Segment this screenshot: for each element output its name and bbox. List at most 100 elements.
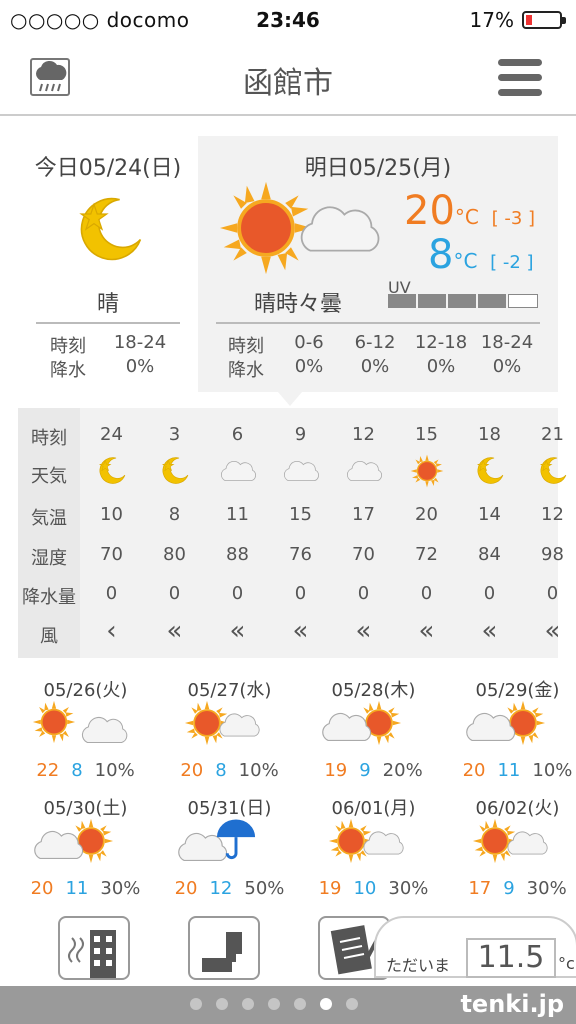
precip-cell: 0 [105,583,118,604]
hour-cell: 12 [352,424,375,445]
day-forecast[interactable]: 05/26(火) 22 8 10% [18,672,153,790]
row-label: 気温 [31,508,67,529]
temp-cell: 15 [289,504,312,525]
precip-cell: 0 [546,583,559,604]
wind-arrow-icon: « [166,616,183,646]
page-dot[interactable] [242,998,254,1010]
rain-value: 0% [492,356,522,377]
hourly-forecast-table[interactable]: 時刻 24 3 6 9 12 15 18 21 天気 気温 10 8 11 15 17 20 14 12 湿… [18,408,558,658]
forecast-values: 17 9 30% [450,878,576,899]
low-temp: 8 [71,760,83,781]
forecast-values: 20 12 50% [162,878,297,899]
rain-value: 0% [426,356,456,377]
day-forecast[interactable]: 05/30(土) 20 11 30% [18,790,153,908]
hour-cell: 9 [294,424,307,445]
page-dot[interactable] [346,998,358,1010]
high-temp: 19 [318,878,342,899]
precip-cell: 0 [294,583,307,604]
moon-star-icon [95,454,129,488]
high-temp: 19 [324,760,348,781]
row-label: 降水量 [22,587,76,608]
forecast-values: 22 8 10% [18,760,153,781]
rain-label: 降水 [228,360,264,381]
rain-chance: 20% [382,760,423,781]
page-indicator-bar: tenki.jp [0,986,576,1024]
location-icon[interactable] [216,998,228,1010]
rain-chance: 30% [388,878,429,899]
forecast-date: 05/31(日) [187,798,272,819]
high-temp: 20°C [ -3 ] [404,188,536,234]
hamburger-menu-icon[interactable] [498,57,542,97]
hour-cell: 3 [168,424,181,445]
city-forecast-icon[interactable] [58,916,130,980]
time-range: 18-24 [480,332,534,353]
rain-chance: 10% [94,760,135,781]
precip-cell: 0 [420,583,433,604]
tomorrow-panel[interactable]: 明日05/25(月) 晴時々曇 20°C [ -3 ] 8°C [ -2 ] U… [198,136,558,406]
temp-cell: 20 [415,504,438,525]
brand-logo: tenki.jp [460,990,564,1018]
humidity-cell: 70 [100,544,123,565]
precip-cell: 0 [231,583,244,604]
day-forecast[interactable]: 06/01(月) 19 10 30% [306,790,441,908]
day-forecast[interactable]: 05/28(木) 19 9 20% [306,672,441,790]
rain-chance: 10% [238,760,279,781]
low-temp: 11 [65,878,89,899]
humidity-cell: 88 [226,544,249,565]
forecast-date: 05/26(火) [43,680,128,701]
status-bar: ○○○○○ docomo 23:46 17% [0,0,576,40]
sun-cloud-icon [462,818,562,878]
hour-cell: 6 [231,424,244,445]
temp-cell: 17 [352,504,375,525]
forecast-date: 06/01(月) [331,798,416,819]
day-forecast[interactable]: 05/31(日) 20 12 50% [162,790,297,908]
cloud-sun-icon [30,818,130,878]
humidity-cell: 70 [352,544,375,565]
low-temp: 8°C [ -2 ] [428,232,534,278]
forecast-date: 05/30(土) [43,798,128,819]
uv-meter [388,294,538,308]
page-dot-active[interactable] [320,998,332,1010]
weather-row: 天気 [18,454,558,494]
humidity-cell: 76 [289,544,312,565]
pipe-freeze-icon[interactable] [188,916,260,980]
low-temp: 12 [209,878,233,899]
cloud-icon [294,194,384,264]
humidity-cell: 72 [415,544,438,565]
temp-row: 気温 10 8 11 15 17 20 14 12 [18,504,564,544]
chat-icon[interactable] [190,998,202,1010]
temp-cell: 11 [226,504,249,525]
day-forecast[interactable]: 06/02(火) 17 9 30% [450,790,576,908]
low-temp: 9 [503,878,515,899]
humidity-cell: 98 [541,544,564,565]
moon-star-icon [473,454,507,488]
time-range: 6-12 [354,332,396,353]
rain-chance: 50% [244,878,285,899]
hour-cell: 18 [478,424,501,445]
rain-value: 0% [125,356,155,377]
cloud-umbrella-icon [174,818,274,878]
page-dot[interactable] [294,998,306,1010]
weather-cell [395,454,458,493]
wind-arrow-icon: ‹ [106,616,117,646]
today-date: 今日05/24(日) [34,156,182,181]
page-dots[interactable] [190,998,358,1010]
temp-cell: 8 [168,504,181,525]
today-panel[interactable]: 今日05/24(日) 晴 時刻 18-24 降水 0% [18,136,198,392]
sun-then-cloud-icon [30,700,130,760]
cloud-sun-icon [318,700,418,760]
current-unit: °c [558,954,575,973]
row-label: 風 [40,626,58,647]
day-forecast[interactable]: 05/27(水) 20 8 10% [162,672,297,790]
day-forecast[interactable]: 05/29(金) 20 11 10% [450,672,576,790]
temp-cell: 14 [478,504,501,525]
humidity-cell: 80 [163,544,186,565]
page-dot[interactable] [268,998,280,1010]
battery-percent: 17% [469,8,514,32]
moon-star-icon [536,454,570,488]
high-temp: 22 [36,760,60,781]
low-temp: 10 [353,878,377,899]
low-temp: 9 [359,760,371,781]
cloud-sun-icon [462,700,562,760]
forecast-values: 19 9 20% [306,760,441,781]
